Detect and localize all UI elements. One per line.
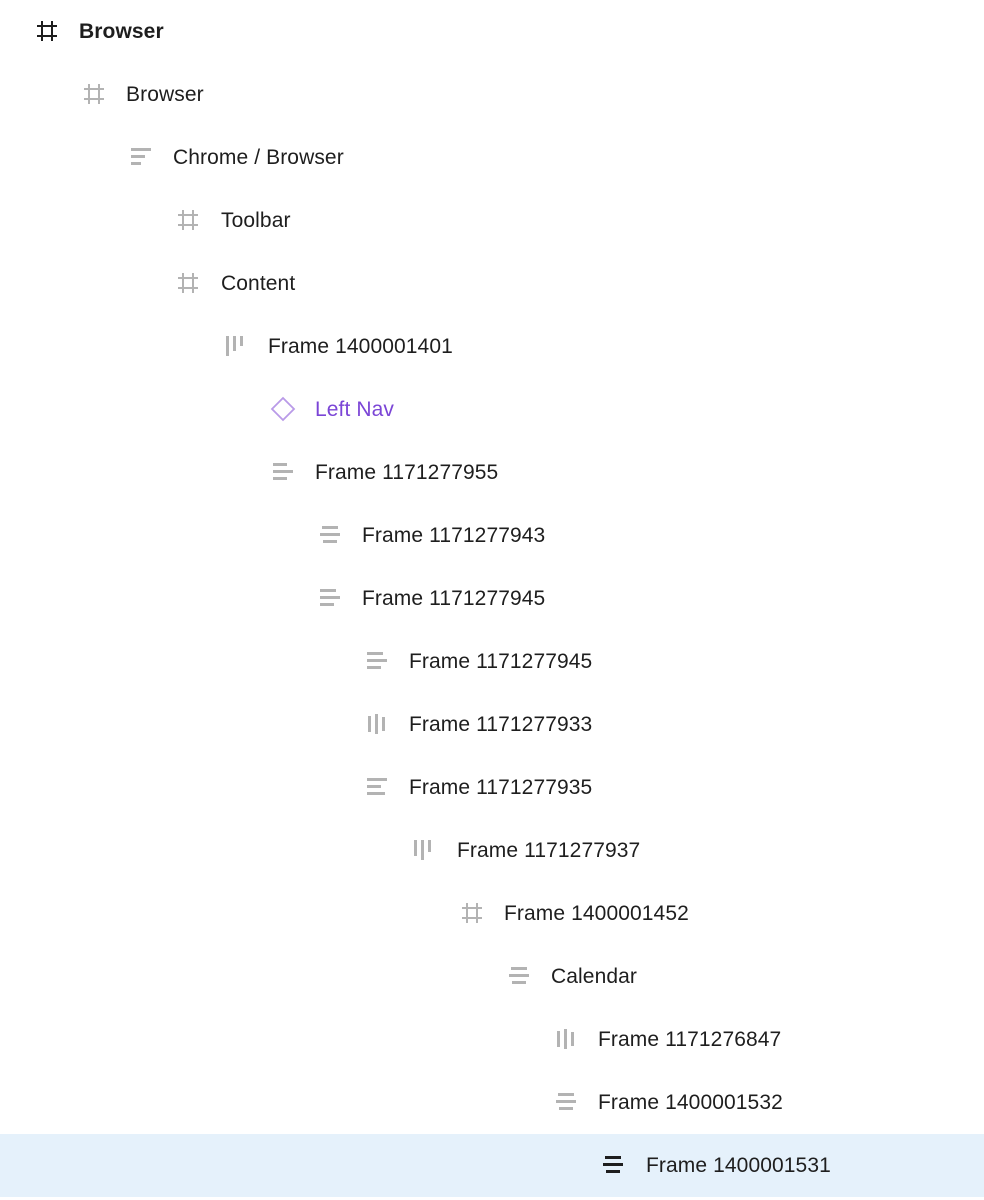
auto-layout-vertical-center-icon — [320, 526, 340, 543]
layer-row[interactable]: Frame 1171277933 — [0, 693, 984, 756]
layer-label: Frame 1171277933 — [409, 713, 593, 736]
layer-row[interactable]: Browser — [0, 0, 984, 63]
layer-label: Browser — [79, 20, 164, 43]
layer-label: Frame 1171277937 — [457, 839, 641, 862]
layer-row[interactable]: Frame 1171277945 — [0, 567, 984, 630]
layer-row[interactable]: Frame 1400001401 — [0, 315, 984, 378]
auto-layout-vertical-icon — [131, 148, 151, 165]
layer-row[interactable]: Chrome / Browser — [0, 126, 984, 189]
layer-label: Frame 1171276847 — [598, 1028, 782, 1051]
frame-icon — [84, 84, 104, 104]
layer-label: Chrome / Browser — [173, 146, 344, 169]
layer-label: Frame 1400001452 — [504, 902, 689, 925]
layer-row[interactable]: Frame 1171276847 — [0, 1008, 984, 1071]
layer-label: Calendar — [551, 965, 638, 988]
layer-row[interactable]: Left Nav — [0, 378, 984, 441]
layer-row[interactable]: Frame 1171277955 — [0, 441, 984, 504]
frame-icon — [178, 210, 198, 230]
layer-row[interactable]: Browser — [0, 63, 984, 126]
layer-label: Browser — [126, 83, 204, 106]
layer-row[interactable]: Frame 1400001532 — [0, 1071, 984, 1134]
auto-layout-horizontal-icon — [414, 840, 431, 860]
layer-label: Content — [221, 272, 296, 295]
layer-label: Frame 1171277955 — [315, 461, 499, 484]
layer-label: Frame 1171277945 — [362, 587, 546, 610]
layer-label: Frame 1400001401 — [268, 335, 453, 358]
auto-layout-vertical-icon — [367, 652, 387, 669]
layer-row[interactable]: Toolbar — [0, 189, 984, 252]
layers-panel: Browser Browser Chrome / Browser Toolbar — [0, 0, 984, 1200]
frame-icon — [462, 903, 482, 923]
layer-row-selected[interactable]: Frame 1400001531 — [0, 1134, 984, 1197]
layer-row[interactable]: Calendar — [0, 945, 984, 1008]
layer-row[interactable]: Frame 1171277935 — [0, 756, 984, 819]
layer-label: Frame 1171277945 — [409, 650, 593, 673]
layer-row[interactable]: Frame 1171277945 — [0, 630, 984, 693]
auto-layout-vertical-center-icon — [603, 1156, 623, 1173]
layer-row[interactable]: Frame 1171277937 — [0, 819, 984, 882]
frame-icon — [178, 273, 198, 293]
layer-label: Frame 1400001531 — [646, 1154, 831, 1177]
frame-icon — [37, 21, 57, 41]
auto-layout-horizontal-center-icon — [557, 1029, 574, 1049]
auto-layout-vertical-center-icon — [556, 1093, 576, 1110]
auto-layout-horizontal-center-icon — [368, 714, 385, 734]
layer-label: Left Nav — [315, 398, 395, 421]
auto-layout-vertical-center-icon — [509, 967, 529, 984]
layer-row[interactable]: Content — [0, 252, 984, 315]
layer-label: Frame 1171277943 — [362, 524, 546, 547]
auto-layout-horizontal-icon — [226, 336, 243, 356]
layer-label: Frame 1171277935 — [409, 776, 593, 799]
layer-row[interactable]: Frame 1400001452 — [0, 882, 984, 945]
component-instance-icon — [270, 396, 296, 422]
layer-row[interactable]: Frame 1171277943 — [0, 504, 984, 567]
auto-layout-vertical-icon — [320, 589, 340, 606]
auto-layout-vertical-icon — [273, 463, 293, 480]
auto-layout-vertical-icon — [367, 778, 387, 795]
layer-label: Toolbar — [221, 209, 291, 232]
layer-label: Frame 1400001532 — [598, 1091, 783, 1114]
